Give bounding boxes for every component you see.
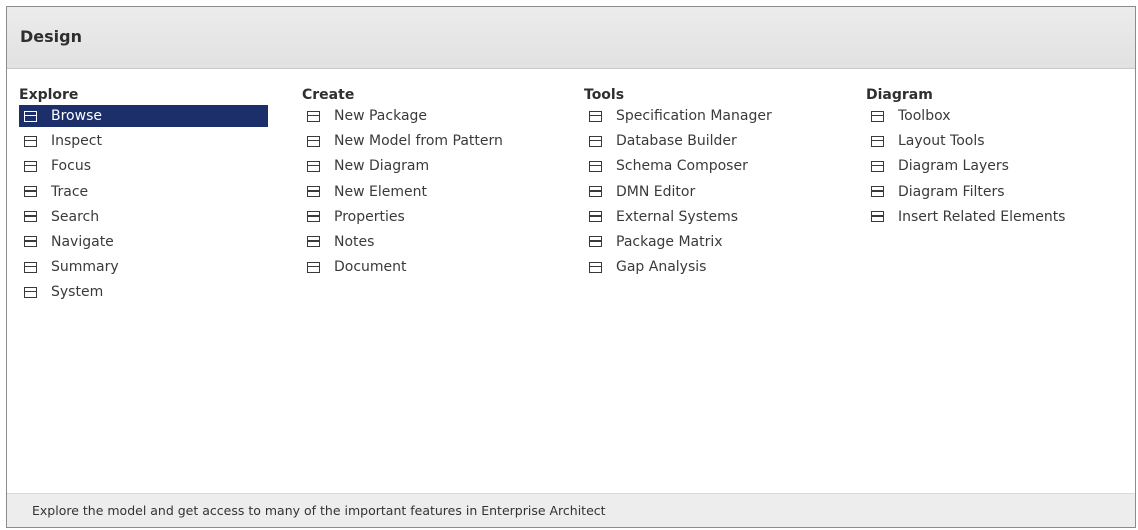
menu-item-trace[interactable]: Trace: [19, 181, 268, 203]
window-icon: [589, 160, 602, 172]
menu-item-new-element[interactable]: New Element: [302, 181, 503, 203]
menu-item-navigate[interactable]: Navigate: [19, 231, 268, 253]
menu-item-new-model-from-pattern[interactable]: New Model from Pattern: [302, 130, 503, 152]
menu-item-package-matrix[interactable]: Package Matrix: [584, 231, 772, 253]
window-icon: [307, 211, 320, 223]
menu-item-notes[interactable]: Notes: [302, 231, 503, 253]
menu-item-label: Search: [51, 208, 100, 225]
menu-item-label: New Diagram: [334, 158, 430, 175]
menu-item-label: External Systems: [616, 208, 739, 225]
window-icon: [871, 160, 884, 172]
menu-item-label: Toolbox: [898, 108, 951, 124]
menu-item-dmn-editor[interactable]: DMN Editor: [584, 181, 772, 203]
window-icon: [24, 236, 37, 248]
window-icon: [871, 211, 884, 223]
menu-item-label: Document: [334, 259, 407, 276]
menu-item-external-systems[interactable]: External Systems: [584, 206, 772, 228]
menu-item-schema-composer[interactable]: Schema Composer: [584, 155, 772, 177]
panel-title: Design: [20, 26, 82, 46]
menu-item-search[interactable]: Search: [19, 206, 268, 228]
menu-item-label: Summary: [51, 259, 119, 276]
column-heading-diagram: Diagram: [866, 87, 933, 103]
window-icon: [24, 286, 37, 298]
menu-item-label: New Package: [334, 108, 428, 124]
window-icon: [24, 186, 37, 198]
window-icon: [307, 236, 320, 248]
menu-item-label: Layout Tools: [898, 133, 985, 150]
window-icon: [24, 160, 37, 172]
window-icon: [24, 261, 37, 273]
panel-header: Design: [7, 7, 1135, 69]
window-icon: [24, 135, 37, 147]
footer-text: Explore the model and get access to many…: [32, 503, 606, 518]
column-heading-tools: Tools: [584, 87, 625, 103]
menu-item-label: Trace: [51, 183, 89, 200]
window-icon: [589, 135, 602, 147]
menu-item-label: Insert Related Elements: [898, 208, 1066, 225]
menu-item-focus[interactable]: Focus: [19, 155, 268, 177]
menu-item-label: Notes: [334, 233, 375, 250]
menu-item-new-diagram[interactable]: New Diagram: [302, 155, 503, 177]
window-icon: [589, 186, 602, 198]
column-explore: Explore Browse Inspect Focus Trace Searc…: [19, 85, 268, 307]
window-icon: [307, 261, 320, 273]
menu-item-browse[interactable]: Browse: [19, 105, 268, 127]
menu-item-layout-tools[interactable]: Layout Tools: [866, 130, 1065, 152]
menu-item-label: Navigate: [51, 233, 114, 250]
menu-item-properties[interactable]: Properties: [302, 206, 503, 228]
window-icon: [589, 236, 602, 248]
menu-item-gap-analysis[interactable]: Gap Analysis: [584, 256, 772, 278]
window-icon: [307, 135, 320, 147]
status-description: Explore the model and get access to many…: [7, 493, 1135, 527]
design-panel: Design Explore Browse Inspect Focus Trac…: [6, 6, 1136, 528]
menu-item-system[interactable]: System: [19, 281, 268, 303]
menu-item-label: Diagram Filters: [898, 183, 1005, 200]
menu-item-insert-related-elements[interactable]: Insert Related Elements: [866, 206, 1065, 228]
menu-item-diagram-filters[interactable]: Diagram Filters: [866, 181, 1065, 203]
column-diagram: Diagram Toolbox Layout Tools Diagram Lay…: [866, 85, 1065, 231]
menu-item-specification-manager[interactable]: Specification Manager: [584, 105, 772, 127]
menu-item-label: Properties: [334, 208, 405, 225]
window-icon: [589, 261, 602, 273]
menu-item-label: Schema Composer: [616, 158, 748, 175]
window-icon: [307, 160, 320, 172]
menu-item-label: DMN Editor: [616, 183, 696, 200]
window-icon: [871, 135, 884, 147]
window-icon: [589, 211, 602, 223]
menu-item-summary[interactable]: Summary: [19, 256, 268, 278]
column-create: Create New Package New Model from Patter…: [302, 85, 503, 281]
window-icon: [307, 110, 320, 122]
menu-item-label: New Element: [334, 183, 427, 200]
menu-item-label: Browse: [51, 108, 102, 124]
menu-item-label: Database Builder: [616, 133, 737, 150]
window-icon: [24, 211, 37, 223]
menu-item-label: Focus: [51, 158, 91, 175]
column-heading-explore: Explore: [19, 87, 79, 103]
window-icon: [307, 186, 320, 198]
menu-item-inspect[interactable]: Inspect: [19, 130, 268, 152]
menu-item-label: New Model from Pattern: [334, 133, 503, 150]
menu-item-toolbox[interactable]: Toolbox: [866, 105, 1065, 127]
column-heading-create: Create: [302, 87, 355, 103]
menu-item-diagram-layers[interactable]: Diagram Layers: [866, 155, 1065, 177]
menu-item-label: Gap Analysis: [616, 259, 707, 276]
menu-item-label: Specification Manager: [616, 108, 772, 124]
menu-item-label: Package Matrix: [616, 233, 723, 250]
menu-item-new-package[interactable]: New Package: [302, 105, 503, 127]
column-tools: Tools Specification Manager Database Bui…: [584, 85, 772, 281]
menu-item-label: Diagram Layers: [898, 158, 1009, 175]
window-icon: [871, 110, 884, 122]
menu-item-document[interactable]: Document: [302, 256, 503, 278]
window-icon: [589, 110, 602, 122]
window-icon: [24, 110, 37, 122]
menu-item-label: Inspect: [51, 133, 102, 150]
menu-item-label: System: [51, 284, 104, 301]
window-icon: [871, 186, 884, 198]
menu-item-database-builder[interactable]: Database Builder: [584, 130, 772, 152]
